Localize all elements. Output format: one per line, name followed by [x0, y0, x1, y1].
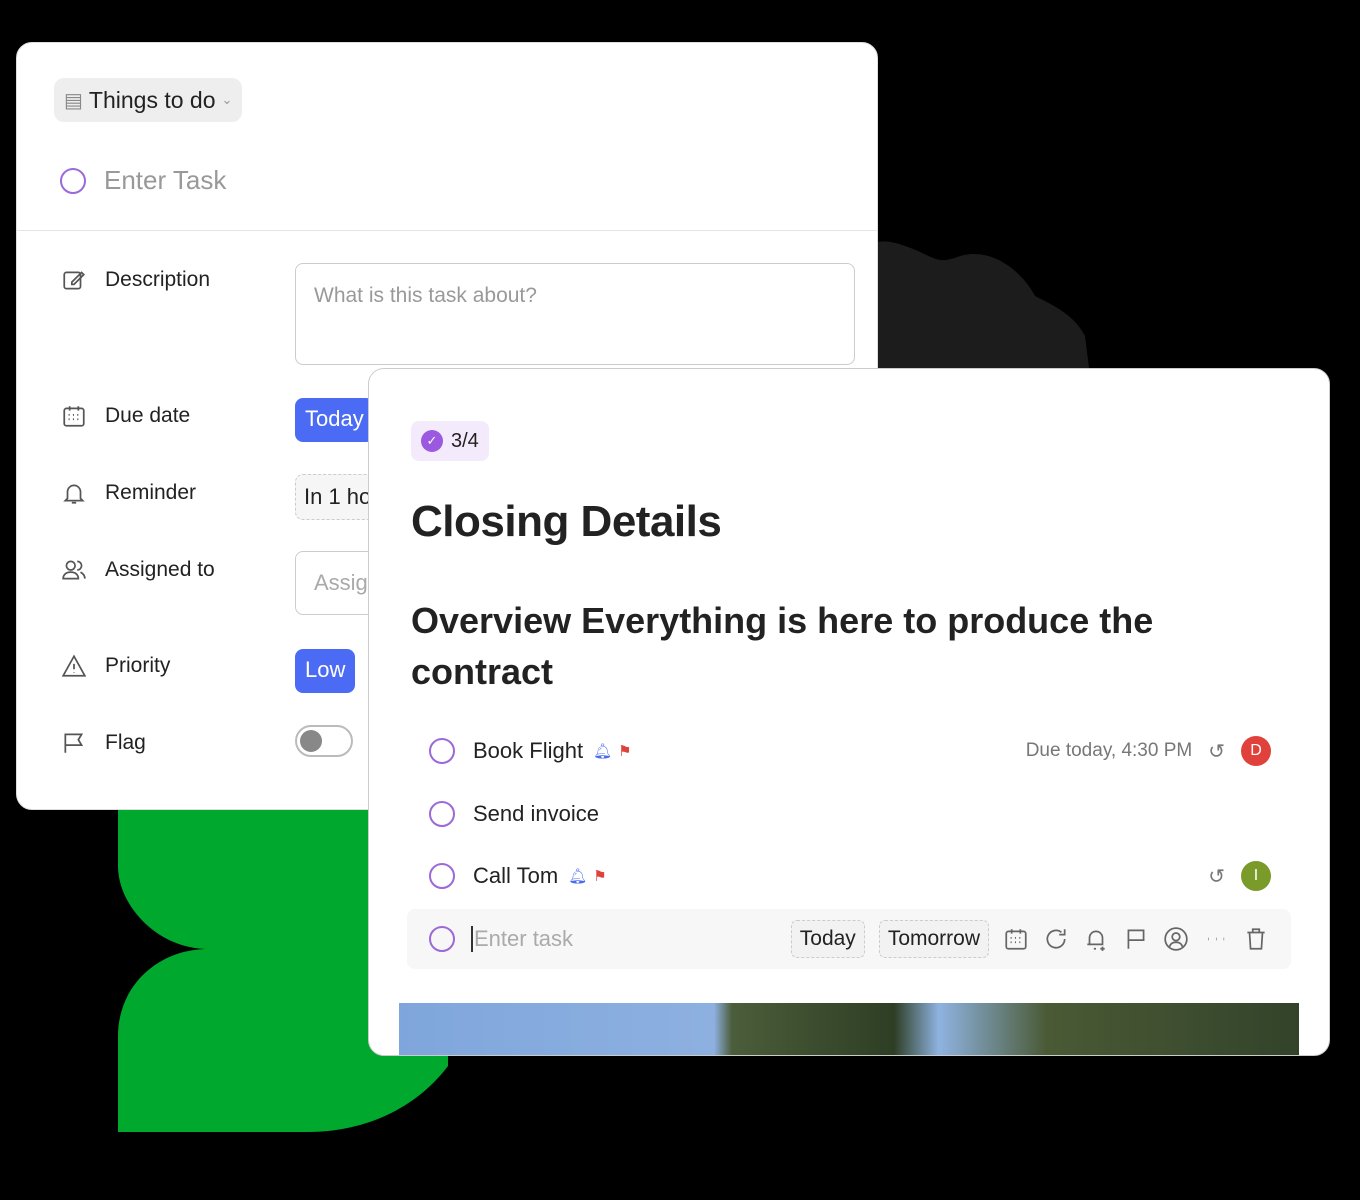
- flag-toggle[interactable]: [295, 725, 353, 757]
- description-label: Description: [61, 267, 210, 293]
- flag-icon: ⚑: [593, 868, 607, 885]
- flag-label: Flag: [61, 730, 146, 756]
- avatar: I: [1241, 861, 1271, 891]
- due-date-label: Due date: [61, 403, 190, 429]
- warning-icon: [61, 654, 87, 677]
- flag-icon[interactable]: [1123, 926, 1149, 952]
- task-placeholder: Enter Task: [104, 165, 227, 195]
- due-text: Due today, 4:30 PM: [1025, 740, 1193, 761]
- assigned-to-label: Assigned to: [61, 557, 215, 583]
- task-name: Call Tom: [473, 863, 559, 888]
- cover-image: [399, 1003, 1299, 1055]
- task-checkbox[interactable]: [60, 167, 86, 194]
- new-task-input[interactable]: Enter task: [471, 926, 573, 952]
- new-task-editor: Enter task Today Tomorrow: [407, 909, 1291, 969]
- bell-icon: [63, 484, 85, 504]
- repeat-icon: ↺: [1208, 865, 1225, 888]
- task-detail-card: ✓ 3/4 Closing Details Overview Everything…: [368, 368, 1330, 1056]
- bell-plus-icon[interactable]: [1083, 926, 1109, 952]
- task-name: Book Flight: [473, 738, 584, 763]
- task-checkbox[interactable]: [429, 738, 455, 764]
- priority-low-button[interactable]: Low: [295, 649, 356, 693]
- list-name: Things to do: [88, 86, 216, 113]
- bell-icon: 🔔︎: [568, 868, 588, 885]
- users-icon: [62, 560, 86, 580]
- task-checkbox[interactable]: [429, 801, 455, 827]
- tomorrow-chip[interactable]: Tomorrow: [878, 920, 989, 958]
- reminder-label: Reminder: [61, 480, 196, 506]
- calendar-icon: [63, 406, 85, 427]
- list-icon: ▤: [64, 89, 83, 112]
- progress-badge: ✓ 3/4: [411, 421, 489, 461]
- task-row[interactable]: Send invoice: [429, 794, 1271, 834]
- list-selector[interactable]: ▤ Things to do ⌄: [54, 78, 243, 122]
- task-name: Send invoice: [473, 801, 599, 826]
- repeat-icon[interactable]: [1043, 926, 1069, 952]
- task-name-input[interactable]: Enter Task: [60, 165, 226, 196]
- divider: [17, 230, 877, 231]
- description-input[interactable]: What is this task about?: [295, 263, 855, 365]
- check-icon: ✓: [421, 430, 443, 452]
- task-checkbox[interactable]: [429, 863, 455, 889]
- due-date-today-button[interactable]: Today: [295, 398, 374, 442]
- page-title: Closing Details: [411, 497, 722, 546]
- priority-label: Priority: [61, 653, 170, 679]
- task-checkbox[interactable]: [429, 926, 455, 952]
- calendar-icon[interactable]: [1003, 926, 1029, 952]
- flag-icon: ⚑: [618, 743, 632, 760]
- task-row[interactable]: Book Flight 🔔︎ ⚑ Due today, 4:30 PM ↺ D: [429, 731, 1271, 771]
- user-icon[interactable]: [1163, 926, 1189, 952]
- avatar: D: [1241, 736, 1271, 766]
- bell-icon: 🔔︎: [593, 743, 613, 760]
- overview-text: Overview Everything is here to produce t…: [411, 600, 1154, 692]
- today-chip[interactable]: Today: [790, 920, 865, 958]
- chevron-down-icon: ⌄: [221, 92, 233, 107]
- repeat-icon: ↺: [1208, 740, 1225, 763]
- edit-icon: [63, 271, 85, 290]
- more-icon[interactable]: [1203, 926, 1229, 952]
- trash-icon[interactable]: [1243, 926, 1269, 952]
- task-row[interactable]: Call Tom 🔔︎ ⚑ ↺ I: [429, 856, 1271, 896]
- flag-icon: [64, 733, 84, 753]
